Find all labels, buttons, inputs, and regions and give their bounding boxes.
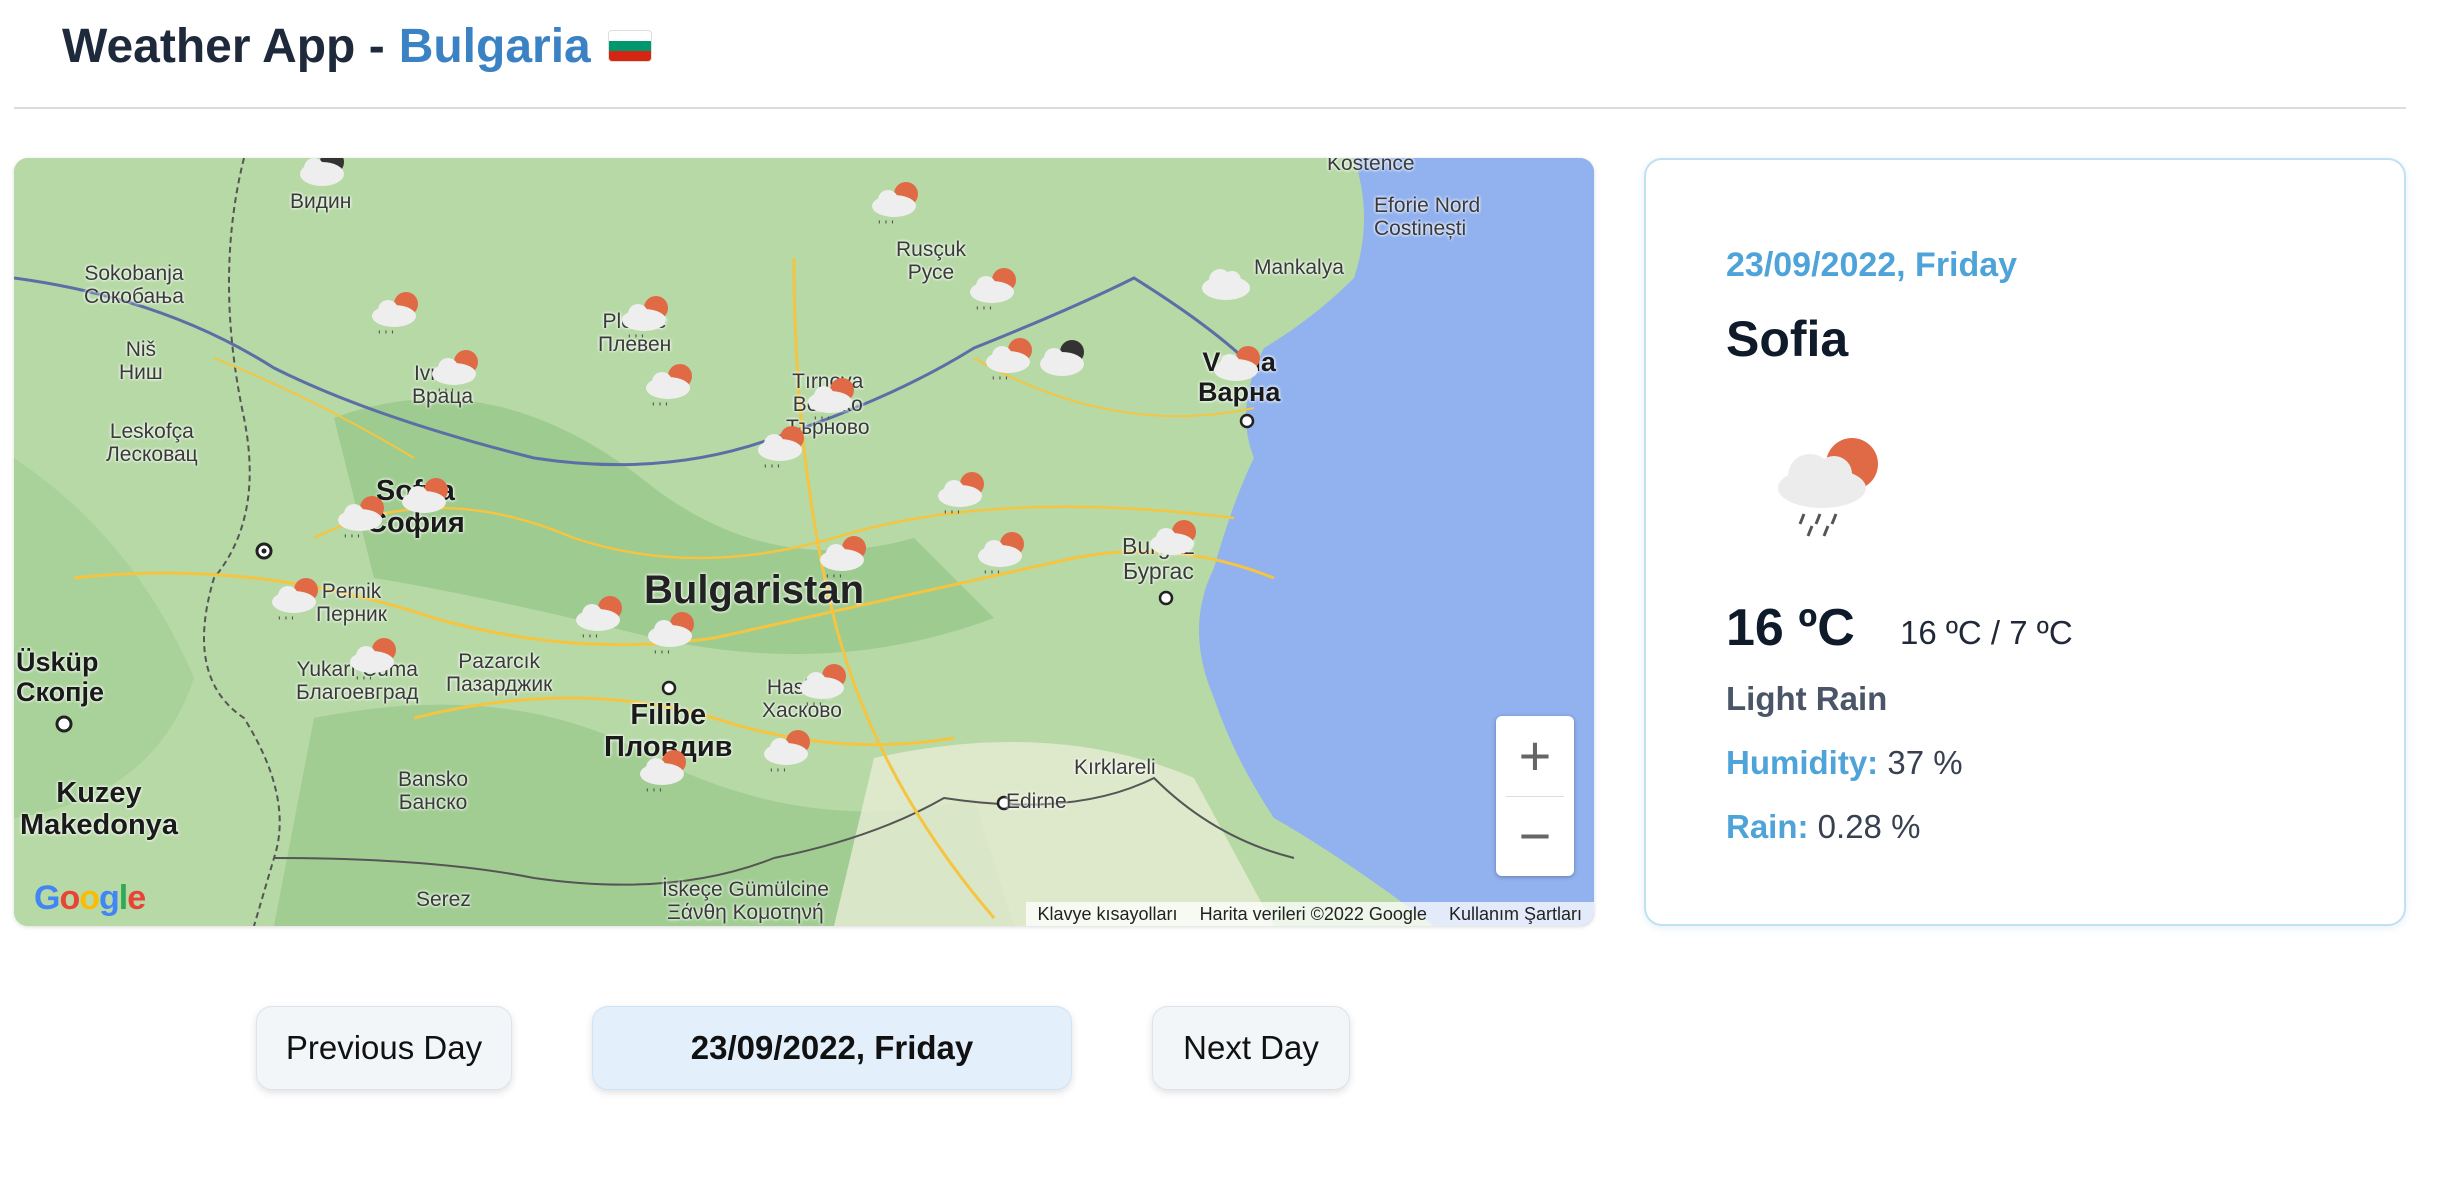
map-place-iskece: İskeçe Gümülcine Ξάνθη Κομοτηνή <box>662 878 829 925</box>
map-place-eforie: Eforie Nord Costinești <box>1374 194 1481 241</box>
google-logo: Google <box>34 879 146 917</box>
zoom-out-button[interactable]: − <box>1496 796 1574 876</box>
current-temperature: 16 ºC <box>1726 599 1855 657</box>
minus-icon: − <box>1518 804 1552 867</box>
svg-text:' ' ': ' ' ' <box>976 303 992 319</box>
cloud-rain-sun-icon[interactable] <box>1144 516 1208 574</box>
map-zoom-control: + − <box>1496 716 1574 876</box>
rain-label: Rain: <box>1726 808 1809 845</box>
svg-text:' ' ': ' ' ' <box>770 765 786 781</box>
cloud-rain-sun-icon[interactable]: ' ' ' <box>634 746 698 804</box>
svg-text:' ' ': ' ' ' <box>628 331 644 347</box>
cloud-rain-sun-icon[interactable]: ' ' ' <box>794 660 858 718</box>
map-place-kostence: Kostence <box>1327 158 1415 175</box>
map-place-ruse: Rusçuk Русе <box>896 238 967 285</box>
zoom-divider <box>1506 796 1564 797</box>
terms-link[interactable]: Kullanım Şartları <box>1449 904 1582 925</box>
weather-detail-card: 23/09/2022, Friday Sofia 16 ºC 16 ºC / 7… <box>1644 158 2406 926</box>
keyboard-shortcuts-link[interactable]: Klavye kısayolları <box>1038 904 1178 925</box>
plus-icon: + <box>1518 724 1552 787</box>
card-date: 23/09/2022, Friday <box>1726 246 2018 284</box>
map-place-edirne: Edirne <box>1006 790 1067 813</box>
header-divider <box>14 107 2406 109</box>
map-place-serez: Serez <box>416 888 471 911</box>
cloud-rain-sun-icon[interactable]: ' ' ' <box>266 574 330 632</box>
cloud-storm-icon[interactable] <box>292 158 356 202</box>
cloud-rain-sun-icon[interactable]: ' ' ' <box>366 288 430 346</box>
map-data-attribution: Harita verileri ©2022 Google <box>1199 903 1427 924</box>
humidity-row: Humidity: 37 % <box>1726 744 1963 782</box>
map-place-pazarcik: Pazarcık Пазарджик <box>446 650 553 697</box>
svg-text:' ' ': ' ' ' <box>992 373 1008 389</box>
weather-map[interactable]: Bulgaristan Видин Sokobanja Сокобања Niš… <box>14 158 1594 926</box>
humidity-value: 37 % <box>1887 744 1963 781</box>
map-footer: Klavye kısayolları Harita verileri ©2022… <box>1025 902 1594 926</box>
map-place-bansko: Bansko Банско <box>398 768 469 815</box>
svg-text:' ' ': ' ' ' <box>878 217 894 233</box>
map-place-nis: Niš Ниш <box>119 338 163 385</box>
svg-text:' ' ': ' ' ' <box>646 785 662 801</box>
rain-value: 0.28 % <box>1817 808 1921 845</box>
svg-text:' ' ': ' ' ' <box>408 513 424 529</box>
cloud-rain-sun-icon[interactable]: ' ' ' <box>964 264 1028 322</box>
bulgaria-flag-icon <box>608 31 651 61</box>
cloud-rain-sun-icon[interactable]: ' ' ' <box>344 634 408 692</box>
humidity-label: Humidity: <box>1726 744 1879 781</box>
cloud-icon[interactable] <box>1194 258 1258 316</box>
app-title: Weather App - <box>62 19 385 73</box>
svg-text:' ' ': ' ' ' <box>652 399 668 415</box>
cloud-rain-sun-icon[interactable]: ' ' ' <box>426 346 490 404</box>
svg-text:' ' ': ' ' ' <box>764 461 780 477</box>
map-place-mankalya: Mankalya <box>1254 256 1344 279</box>
cloud-rain-sun-icon <box>1778 438 1878 537</box>
svg-text:' ' ': ' ' ' <box>944 507 960 523</box>
zoom-in-button[interactable]: + <box>1496 716 1574 796</box>
cloud-rain-sun-icon[interactable]: ' ' ' <box>972 528 1036 586</box>
cloud-rain-sun-icon[interactable]: ' ' ' <box>752 422 816 480</box>
svg-text:' ' ': ' ' ' <box>278 613 294 629</box>
current-date-button[interactable]: 23/09/2022, Friday <box>592 1006 1072 1090</box>
map-place-leskofca: Leskofça Лесковац <box>106 420 198 467</box>
cloud-rain-sun-icon[interactable]: ' ' ' <box>640 360 704 418</box>
svg-text:' ' ': ' ' ' <box>984 567 1000 583</box>
cloud-rain-sun-icon[interactable]: ' ' ' <box>814 532 878 590</box>
svg-text:' ' ': ' ' ' <box>814 413 830 429</box>
cloud-rain-sun-icon[interactable]: ' ' ' <box>642 608 706 666</box>
map-place-sokobanja: Sokobanja Сокобања <box>84 262 184 309</box>
cloud-rain-sun-icon[interactable]: ' ' ' <box>332 492 396 550</box>
cloud-rain-sun-icon[interactable]: ' ' ' <box>932 468 996 526</box>
cloud-rain-sun-icon[interactable]: ' ' ' <box>866 178 930 236</box>
temperature-range: 16 ºC / 7 ºC <box>1900 614 2073 651</box>
svg-text:' ' ': ' ' ' <box>654 647 670 663</box>
cloud-rain-sun-icon[interactable]: ' ' ' <box>570 592 634 650</box>
cloud-rain-sun-icon[interactable]: ' ' ' <box>758 726 822 784</box>
cloud-storm-icon[interactable] <box>1032 334 1096 392</box>
app-header: Weather App - Bulgaria <box>62 16 651 76</box>
svg-text:' ' ': ' ' ' <box>582 631 598 647</box>
svg-text:' ' ': ' ' ' <box>806 699 822 715</box>
weather-description: Light Rain <box>1726 680 1888 717</box>
svg-text:' ' ': ' ' ' <box>344 531 360 547</box>
map-place-kuzey: Kuzey Makedonya <box>20 777 178 841</box>
cloud-rain-sun-icon[interactable] <box>1208 342 1272 400</box>
previous-day-button[interactable]: Previous Day <box>256 1006 512 1090</box>
svg-text:' ' ': ' ' ' <box>378 327 394 343</box>
rain-row: Rain: 0.28 % <box>1726 808 1920 846</box>
country-name: Bulgaria <box>398 19 591 73</box>
cloud-rain-sun-icon[interactable]: ' ' ' <box>396 474 460 532</box>
map-base <box>14 158 1594 926</box>
map-place-uskup: Üsküp Скопје <box>16 647 104 707</box>
svg-text:' ' ': ' ' ' <box>826 571 842 587</box>
svg-text:' ' ': ' ' ' <box>356 673 372 689</box>
card-city: Sofia <box>1726 311 1849 367</box>
next-day-button[interactable]: Next Day <box>1152 1006 1350 1090</box>
svg-text:' ' ': ' ' ' <box>438 385 454 401</box>
cloud-rain-sun-icon[interactable]: ' ' ' <box>616 292 680 350</box>
map-place-kirklareli: Kırklareli <box>1074 756 1156 779</box>
